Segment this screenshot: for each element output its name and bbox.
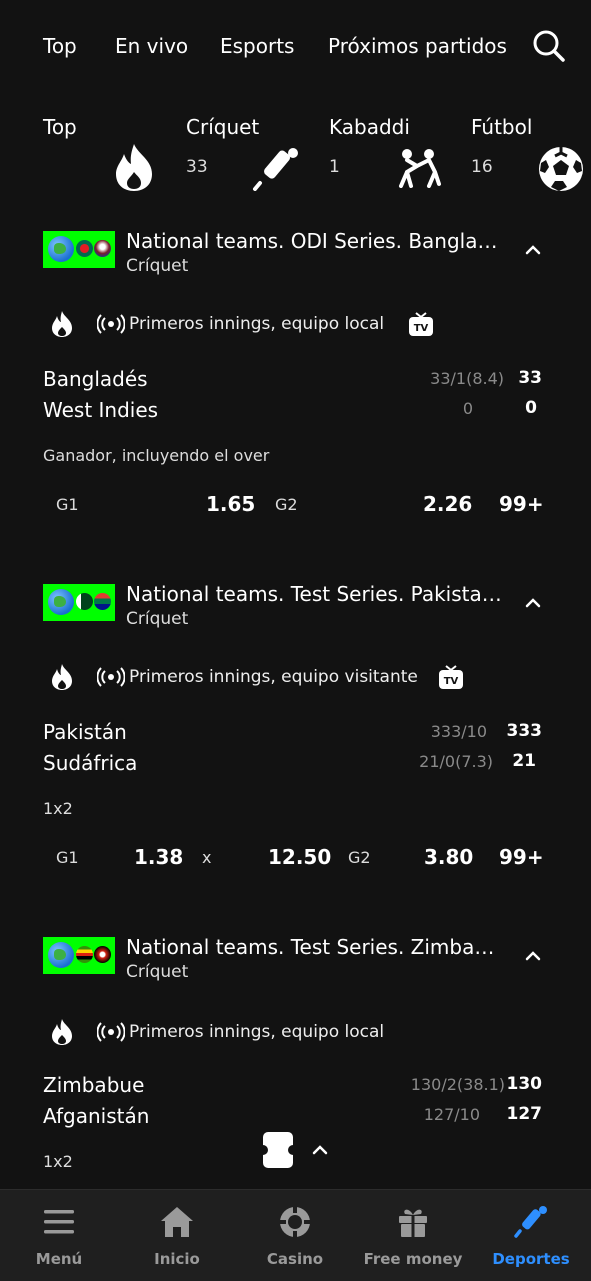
score-detail: 0 — [462, 399, 473, 418]
chevron-up-icon — [312, 1145, 328, 1155]
nav-label: Menú — [35, 1250, 83, 1268]
nav-inicio[interactable]: Inicio — [118, 1190, 236, 1281]
score: 333 — [506, 721, 543, 741]
score: 127 — [506, 1104, 543, 1124]
tab-en-vivo[interactable]: En vivo — [115, 34, 188, 58]
nav-label: Free money — [363, 1250, 463, 1268]
cricket-bat-icon — [253, 148, 298, 191]
fire-icon — [116, 144, 152, 191]
chevron-up-icon[interactable] — [524, 241, 542, 259]
period-text: Primeros innings, equipo local — [129, 1022, 385, 1042]
gift-icon — [399, 1209, 427, 1237]
home-icon — [161, 1207, 193, 1237]
odd-value: 3.80 — [424, 845, 474, 869]
score-detail: 127/10 — [423, 1105, 480, 1124]
fire-icon — [52, 311, 72, 337]
chevron-up-icon[interactable] — [524, 594, 542, 612]
league-title[interactable]: National teams. Test Series. Pakistan ..… — [126, 582, 506, 606]
team-name: Bangladés — [43, 367, 148, 391]
kabaddi-icon — [399, 149, 441, 188]
odd-label: G1 — [56, 495, 79, 514]
nav-casino[interactable]: Casino — [236, 1190, 354, 1281]
team-name: Afganistán — [43, 1104, 150, 1128]
odd-value: 1.65 — [206, 492, 256, 516]
odd-value: 1.38 — [134, 845, 184, 869]
team-name: Sudáfrica — [43, 751, 138, 775]
odd-label: G1 — [56, 848, 79, 867]
score-detail: 33/1(8.4) — [430, 369, 504, 388]
team-name: West Indies — [43, 398, 159, 422]
sport-count: 16 — [471, 157, 493, 177]
live-broadcast-icon — [97, 1022, 125, 1042]
ticket-icon — [263, 1132, 293, 1168]
league-sport: Críquet — [126, 609, 189, 629]
odd-value: 2.26 — [423, 492, 473, 516]
tv-icon[interactable]: TV — [438, 664, 464, 690]
odd-label: G2 — [348, 848, 371, 867]
nav-label: Casino — [266, 1250, 324, 1268]
live-broadcast-icon — [97, 667, 125, 687]
live-broadcast-icon — [97, 314, 125, 334]
league-title[interactable]: National teams. ODI Series. Banglade... — [126, 229, 506, 253]
sport-name: Kabaddi — [329, 115, 410, 139]
sport-count: 33 — [186, 157, 208, 177]
market-name: 1x2 — [43, 799, 73, 818]
score-detail: 21/0(7.3) — [419, 752, 493, 771]
sport-name: Top — [43, 115, 77, 139]
hamburger-menu-icon — [44, 1210, 74, 1234]
league-flags-icon — [43, 937, 115, 974]
chevron-up-icon[interactable] — [524, 947, 542, 965]
market-name: 1x2 — [43, 1152, 73, 1171]
casino-chip-icon — [280, 1207, 310, 1237]
score: 0 — [525, 398, 537, 418]
bottom-nav: Menú Inicio Casino Free money Deportes — [0, 1189, 591, 1281]
team-name: Zimbabue — [43, 1073, 145, 1097]
score: 130 — [506, 1074, 543, 1094]
league-sport: Críquet — [126, 256, 189, 276]
nav-menu[interactable]: Menú — [0, 1190, 118, 1281]
score-detail: 130/2(38.1) — [410, 1075, 505, 1094]
nav-label: Deportes — [492, 1250, 570, 1268]
more-markets-button[interactable]: 99+ — [499, 845, 544, 869]
league-flags-icon — [43, 231, 115, 268]
team-name: Pakistán — [43, 720, 127, 744]
league-flags-icon — [43, 584, 115, 621]
market-name: Ganador, incluyendo el over — [43, 446, 270, 465]
sport-name: Críquet — [186, 115, 260, 139]
period-text: Primeros innings, equipo visitante — [129, 667, 418, 687]
svg-text:TV: TV — [414, 323, 429, 334]
league-sport: Críquet — [126, 962, 189, 982]
fire-icon — [52, 1019, 72, 1045]
score: 21 — [512, 751, 536, 771]
odd-label: x — [202, 848, 212, 867]
svg-text:TV: TV — [444, 676, 459, 687]
tab-proximos-partidos[interactable]: Próximos partidos — [328, 34, 507, 58]
sport-count: 1 — [329, 157, 340, 177]
score-detail: 333/10 — [430, 722, 487, 741]
tab-esports[interactable]: Esports — [220, 34, 294, 58]
tv-icon[interactable]: TV — [408, 311, 434, 337]
score: 33 — [518, 368, 542, 388]
odd-value: 12.50 — [268, 845, 332, 869]
league-title[interactable]: National teams. Test Series. Zimbabw... — [126, 935, 506, 959]
soccer-ball-icon — [539, 147, 583, 191]
odd-label: G2 — [275, 495, 298, 514]
sports-icon — [514, 1206, 547, 1238]
nav-deportes[interactable]: Deportes — [472, 1190, 590, 1281]
more-markets-button[interactable]: 99+ — [499, 492, 544, 516]
nav-free-money[interactable]: Free money — [354, 1190, 472, 1281]
nav-label: Inicio — [154, 1250, 200, 1268]
sport-name: Fútbol — [471, 115, 533, 139]
period-text: Primeros innings, equipo local — [129, 314, 385, 334]
search-icon[interactable] — [532, 29, 566, 63]
fire-icon — [52, 664, 72, 690]
tab-top[interactable]: Top — [43, 34, 77, 58]
